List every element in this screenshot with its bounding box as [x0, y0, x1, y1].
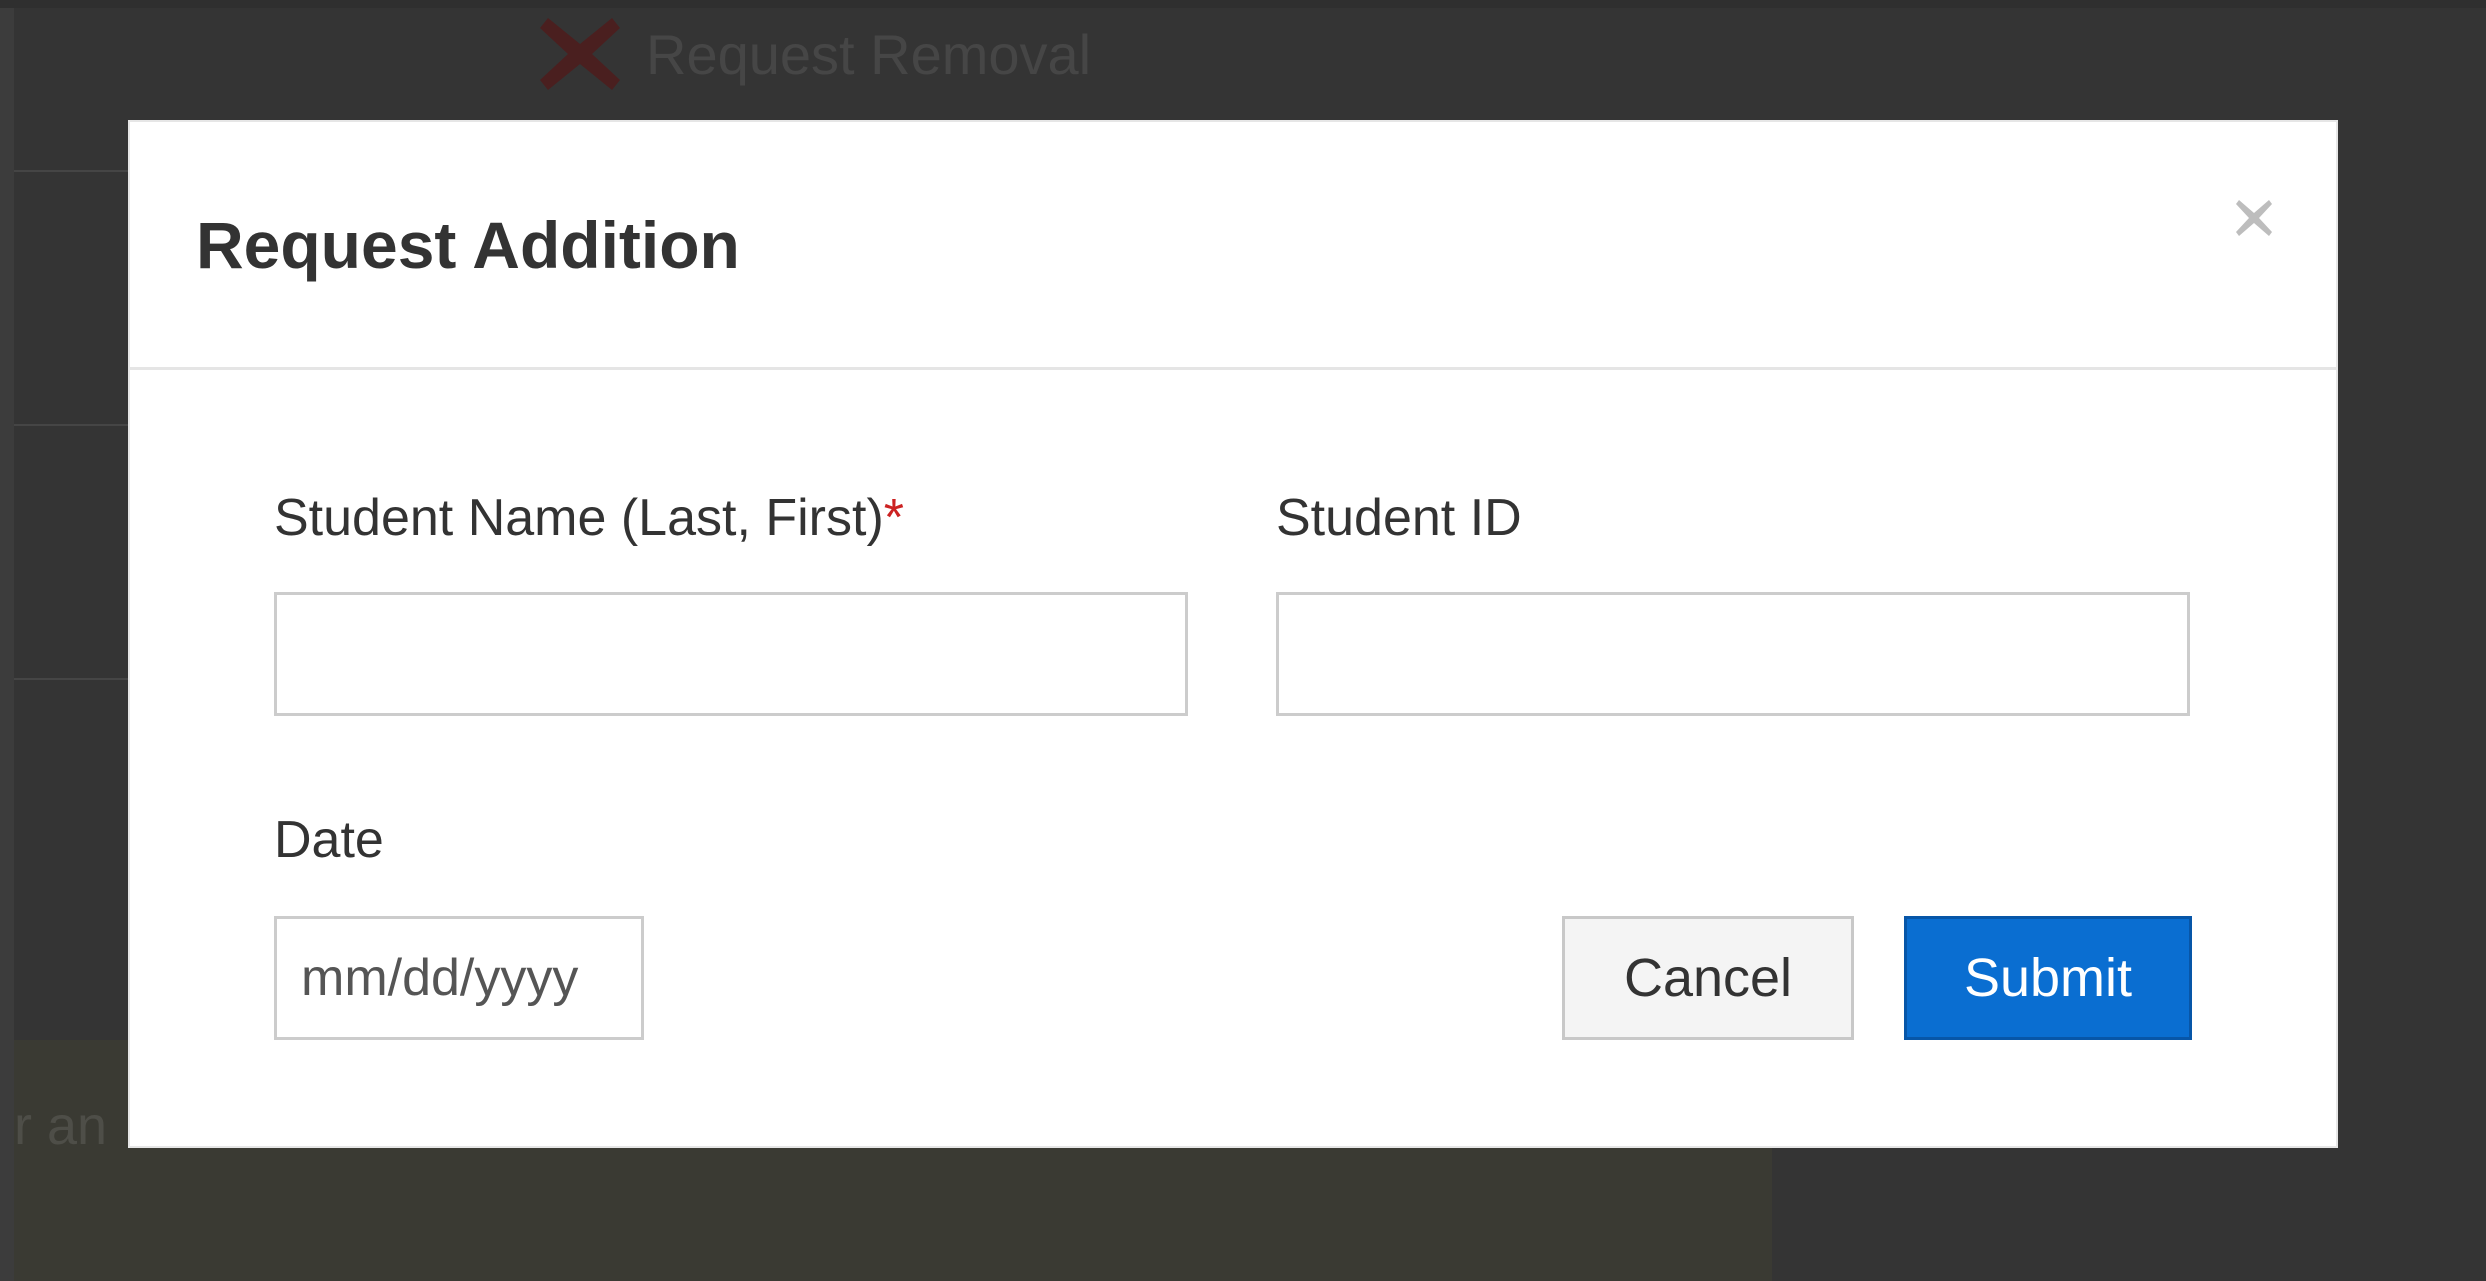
modal-header: Request Addition — [130, 122, 2336, 370]
student-name-label-text: Student Name (Last, First) — [274, 489, 884, 547]
request-removal-link[interactable]: Request Removal — [538, 14, 1091, 94]
x-icon — [538, 14, 622, 94]
background-footer-text: r an — [14, 1096, 108, 1156]
request-removal-label: Request Removal — [646, 22, 1092, 86]
student-name-label: Student Name (Last, First)* — [274, 492, 904, 544]
student-id-input[interactable] — [1276, 592, 2190, 716]
date-input[interactable] — [274, 916, 644, 1040]
request-addition-modal: Request Addition Student Name (Last, Fir… — [128, 120, 2338, 1148]
background-divider — [14, 678, 128, 680]
submit-button[interactable]: Submit — [1904, 916, 2192, 1040]
close-icon — [2234, 198, 2274, 243]
modal-title: Request Addition — [196, 208, 740, 282]
background-divider — [14, 170, 128, 172]
cancel-button[interactable]: Cancel — [1562, 916, 1854, 1040]
background-top-strip — [0, 0, 2486, 8]
student-id-label: Student ID — [1276, 489, 1522, 547]
background-divider — [14, 424, 128, 426]
student-name-input[interactable] — [274, 592, 1188, 716]
close-button[interactable] — [2226, 192, 2282, 248]
background-sidebar-edge — [0, 0, 14, 1281]
date-label: Date — [274, 811, 384, 869]
required-marker: * — [883, 489, 905, 547]
